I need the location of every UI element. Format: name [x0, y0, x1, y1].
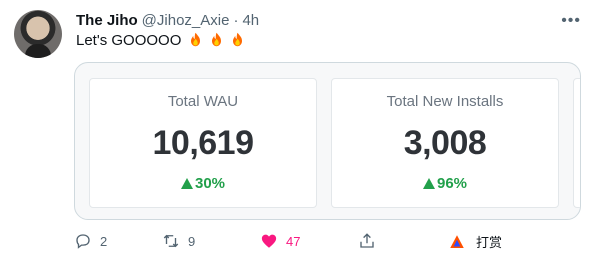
tip-button[interactable]: 打赏 — [448, 232, 502, 251]
tip-label: 打赏 — [476, 235, 503, 250]
tweet-actions: 2 9 47 打赏 — [74, 232, 574, 252]
stat-change-value: 96% — [436, 175, 468, 192]
separator: · — [233, 11, 239, 29]
tweet-header: The Jiho @Jihoz_Axie · 4h ••• — [76, 10, 583, 30]
like-button[interactable]: 47 — [260, 232, 300, 250]
stat-value: 10,619 — [152, 124, 255, 162]
fire-icon — [211, 32, 221, 47]
retweet-count: 9 — [188, 233, 196, 249]
stat-total-new-installs: Total New Installs 3,008 96% — [331, 78, 559, 208]
tweet-time[interactable]: 4h — [242, 12, 259, 29]
share-icon — [360, 233, 374, 248]
tweet-text-content: Let's GOOOOO — [76, 32, 182, 49]
reply-icon — [76, 234, 90, 249]
heart-icon — [261, 234, 277, 248]
reply-button[interactable]: 2 — [74, 232, 107, 250]
up-arrow-icon — [180, 178, 193, 189]
more-icon[interactable]: ••• — [561, 12, 581, 30]
like-count: 47 — [286, 233, 301, 249]
retweet-button[interactable]: 9 — [162, 232, 195, 250]
stat-change: 96% — [332, 175, 558, 192]
stat-change: 30% — [90, 175, 316, 192]
author-handle[interactable]: @Jihoz_Axie — [142, 12, 230, 29]
fire-icon — [232, 32, 242, 47]
retweet-icon — [163, 234, 179, 248]
tweet-text: Let's GOOOOO — [76, 32, 245, 49]
up-arrow-icon — [422, 178, 435, 189]
stat-partial — [573, 78, 580, 208]
stat-total-wau: Total WAU 10,619 30% — [89, 78, 317, 208]
stat-change-value: 30% — [194, 175, 226, 192]
stat-label: Total New Installs — [386, 93, 504, 110]
reply-count: 2 — [100, 233, 108, 249]
fire-icon — [190, 32, 200, 47]
stat-label: Total WAU — [167, 93, 239, 110]
share-button[interactable] — [358, 232, 376, 250]
stats-card[interactable]: Total WAU 10,619 30% Total New Installs … — [74, 62, 581, 220]
author-name[interactable]: The Jiho — [76, 12, 138, 29]
tip-logo-icon — [450, 234, 464, 248]
avatar[interactable] — [14, 10, 62, 58]
stat-value: 3,008 — [403, 124, 487, 162]
